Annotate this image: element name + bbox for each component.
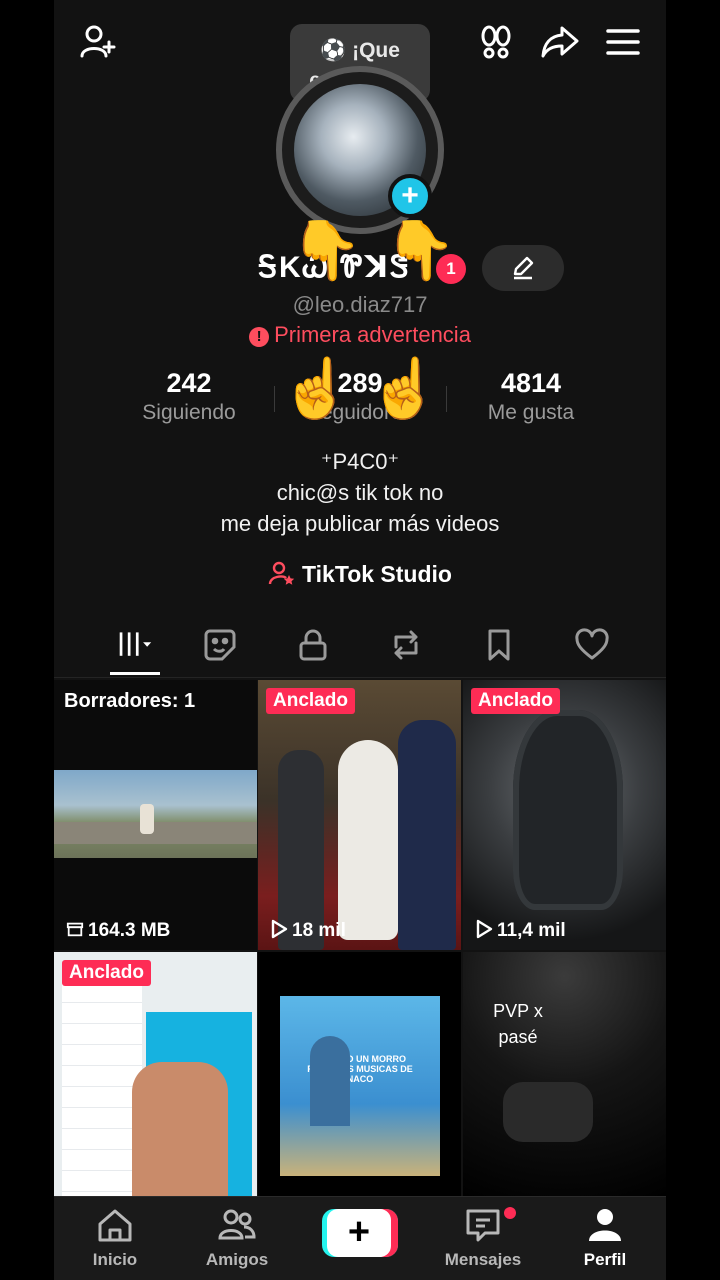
draft-thumbnail xyxy=(54,770,257,858)
drafts-label: Borradores: 1 xyxy=(64,690,196,712)
view-count: 18 mil xyxy=(270,919,346,942)
tab-videos[interactable] xyxy=(89,614,181,676)
creator-star-icon xyxy=(268,561,295,585)
stat-divider xyxy=(446,386,447,412)
tab-saved[interactable] xyxy=(453,614,545,676)
view-count-text: 18 mil xyxy=(292,920,346,941)
nav-friends[interactable]: Amigos xyxy=(182,1205,292,1270)
bio-line: me deja publicar más videos xyxy=(220,511,500,536)
home-icon xyxy=(98,1209,132,1242)
edit-profile-button[interactable] xyxy=(482,245,564,291)
nav-messages[interactable]: Mensajes xyxy=(428,1205,538,1270)
draft-size: 164.3 MB xyxy=(66,919,170,942)
nav-friends-label: Amigos xyxy=(205,1250,269,1269)
following-count: 242 xyxy=(166,368,212,398)
lock-icon xyxy=(299,629,327,661)
tab-indicator xyxy=(110,672,160,675)
grid-dropdown-icon xyxy=(119,632,152,656)
bio-line: ⁺P4C0⁺ xyxy=(320,449,400,474)
video-tile[interactable]: Anclado 18 mil xyxy=(258,680,461,950)
nav-profile[interactable]: Perfil xyxy=(550,1205,660,1270)
bottom-navigation: Inicio Amigos + Mensajes Perfil xyxy=(54,1196,666,1280)
soccer-ball-icon: ⚽ xyxy=(320,39,347,62)
pencil-icon xyxy=(513,256,534,280)
play-icon xyxy=(476,919,493,939)
likes-label: Me gusta xyxy=(487,401,575,424)
tiktok-studio-link[interactable]: TikTok Studio xyxy=(54,560,666,588)
pointing-down-emoji: 👇 xyxy=(290,218,363,283)
video-thumbnail-figure xyxy=(513,710,623,910)
view-count: 11,4 mil xyxy=(475,919,566,942)
tiktok-studio-label: TikTok Studio xyxy=(302,561,452,587)
draft-tile[interactable]: Borradores: 1 164.3 MB xyxy=(54,680,257,950)
warning-text: Primera advertencia xyxy=(274,322,471,347)
add-friend-icon[interactable] xyxy=(74,18,122,66)
sticker-icon xyxy=(204,629,236,661)
pinned-badge: Anclado xyxy=(62,960,151,986)
video-overlay-text: PVP x pasé xyxy=(493,1001,543,1047)
view-count-text: 11,4 mil xyxy=(497,920,566,941)
stat-following[interactable]: 242 Siguiendo xyxy=(114,368,264,425)
archive-icon xyxy=(66,922,84,937)
bio-line: chic@s tik tok no xyxy=(276,480,444,505)
video-thumbnail-figure xyxy=(503,1082,593,1142)
add-story-icon[interactable]: + xyxy=(388,174,432,218)
menu-icon[interactable] xyxy=(599,18,647,66)
tab-reposts[interactable] xyxy=(360,614,452,676)
play-icon xyxy=(271,919,288,939)
stat-divider xyxy=(274,386,275,412)
footprints-icon[interactable] xyxy=(472,18,520,66)
plus-icon: + xyxy=(327,1209,391,1257)
repost-icon xyxy=(394,630,418,660)
profile-screen: ⚽ ¡Que empiece... + ᎦKᏇ ᏈꓘᏕ 1 @leo.diaz7… xyxy=(54,0,666,1280)
video-tile[interactable]: Anclado 11,4 mil xyxy=(463,680,666,950)
share-icon[interactable] xyxy=(536,18,584,66)
video-thumbnail-figure: CUANDO UN MORRO PONE SUS MUSICAS DE NACO xyxy=(280,996,440,1176)
tab-liked[interactable] xyxy=(546,614,638,676)
create-button[interactable]: + xyxy=(322,1209,398,1257)
heart-icon xyxy=(575,628,609,660)
unread-dot xyxy=(504,1207,516,1219)
tab-private[interactable] xyxy=(267,614,359,676)
username: @leo.diaz717 xyxy=(292,292,428,317)
video-tile[interactable]: CUANDO UN MORRO PONE SUS MUSICAS DE NACO xyxy=(258,952,461,1196)
profile-icon xyxy=(589,1209,621,1241)
pinned-badge: Anclado xyxy=(471,688,560,714)
video-thumbnail-figure xyxy=(398,720,456,950)
message-icon xyxy=(466,1209,500,1242)
video-thumbnail-figure xyxy=(338,740,398,940)
video-tile[interactable]: PVP x pasé xyxy=(463,952,666,1196)
nav-profile-label: Perfil xyxy=(583,1250,627,1269)
bookmark-icon xyxy=(488,629,510,661)
warning-link[interactable]: ! Primera advertencia xyxy=(54,322,666,348)
pointing-down-emoji: 👇 xyxy=(384,218,457,283)
pointing-up-emoji: ☝️ xyxy=(280,356,353,421)
draft-size-text: 164.3 MB xyxy=(88,920,171,941)
tab-stickers[interactable] xyxy=(174,614,266,676)
friends-icon xyxy=(218,1209,256,1240)
bio: ⁺P4C0⁺ chic@s tik tok no me deja publica… xyxy=(54,446,666,539)
video-thumbnail-figure xyxy=(132,1062,228,1196)
video-thumbnail-figure xyxy=(62,982,142,1196)
nav-home-label: Inicio xyxy=(92,1250,138,1269)
pointing-up-emoji: ☝️ xyxy=(368,356,441,421)
likes-count: 4814 xyxy=(500,368,562,398)
video-tile[interactable]: Anclado xyxy=(54,952,257,1196)
nav-home[interactable]: Inicio xyxy=(60,1205,170,1270)
profile-tabs xyxy=(54,614,666,678)
warning-icon: ! xyxy=(249,327,270,347)
stat-likes[interactable]: 4814 Me gusta xyxy=(456,368,606,425)
nav-messages-label: Mensajes xyxy=(444,1250,522,1269)
following-label: Siguiendo xyxy=(142,401,236,424)
pinned-badge: Anclado xyxy=(266,688,355,714)
